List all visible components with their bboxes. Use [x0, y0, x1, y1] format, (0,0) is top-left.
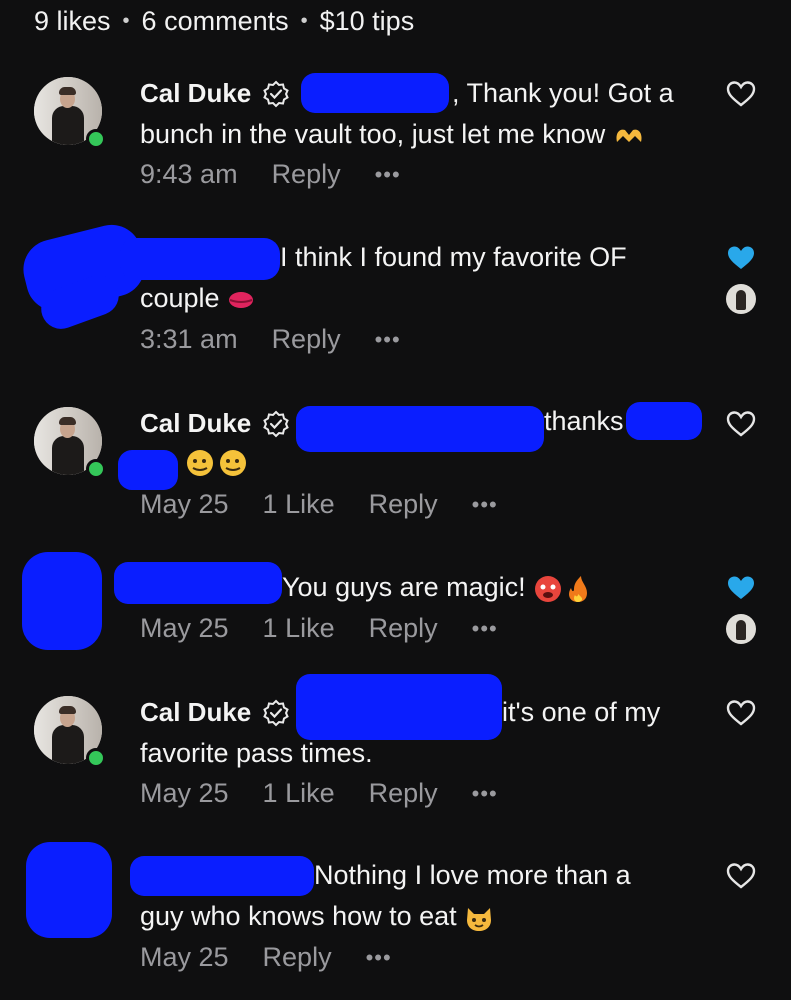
author-liked-avatar [726, 284, 756, 314]
comment-meta: May 25 1 Like Reply ••• [140, 489, 498, 520]
comments-screen: 9 likes • 6 comments • $10 tips Cal Duke… [0, 0, 791, 1000]
comment-author[interactable]: Cal Duke [140, 78, 251, 109]
comment-meta: 9:43 am Reply ••• [140, 159, 401, 190]
reply-button[interactable]: Reply [369, 613, 438, 644]
comment-time: May 25 [140, 778, 229, 808]
cat-face-emoji-icon [467, 907, 492, 931]
more-options-icon[interactable]: ••• [472, 492, 498, 518]
comment-time: May 25 [140, 613, 229, 643]
comment-text-line-2: favorite pass times. [140, 738, 373, 768]
comment-text-line-1: You guys are magic! [282, 572, 593, 604]
like-count[interactable]: 1 Like [263, 613, 335, 644]
more-options-icon[interactable]: ••• [472, 616, 498, 642]
reply-button[interactable]: Reply [272, 159, 341, 190]
reply-button[interactable]: Reply [369, 489, 438, 520]
comment-text: guy who knows how to eat [140, 901, 457, 931]
comment-text: couple [140, 283, 220, 313]
comment-text: bunch in the vault too, just let me know [140, 119, 606, 149]
heart-outline-icon[interactable] [726, 410, 756, 438]
separator-dot: • [122, 10, 130, 32]
comment-text-line-1: it's one of my [502, 697, 661, 727]
redacted-text [118, 450, 178, 490]
kiss-lips-emoji-icon [229, 291, 254, 308]
heart-hands-emoji-icon [616, 129, 642, 142]
comment-meta: May 25 1 Like Reply ••• [140, 613, 498, 644]
comment-time: 9:43 am [140, 159, 238, 189]
reply-button[interactable]: Reply [272, 324, 341, 355]
heart-filled-icon[interactable] [726, 574, 756, 602]
hot-face-and-fire-emoji-icon [535, 575, 588, 602]
comment-meta: 3:31 am Reply ••• [140, 324, 401, 355]
redacted-mention [296, 406, 544, 452]
comment-text-line-2: couple [140, 283, 255, 314]
more-options-icon[interactable]: ••• [472, 781, 498, 807]
online-status-indicator [86, 748, 106, 768]
comment-author[interactable]: Cal Duke [140, 697, 251, 728]
comment-meta: May 25 1 Like Reply ••• [140, 778, 498, 809]
redacted-mention [301, 73, 449, 113]
comment-text: You guys are magic! [282, 572, 526, 602]
more-options-icon[interactable]: ••• [375, 327, 401, 353]
redacted-mention [296, 674, 502, 740]
verified-badge-icon [263, 80, 289, 108]
like-count[interactable]: 1 Like [263, 778, 335, 809]
comment-text-line-1: I think I found my favorite OF [280, 242, 627, 272]
redacted-username [120, 238, 280, 280]
like-count[interactable]: 1 Like [263, 489, 335, 520]
comment-text-line-1: thanks [544, 406, 624, 436]
reply-button[interactable]: Reply [263, 942, 332, 973]
heart-outline-icon[interactable] [726, 699, 756, 727]
tips-count[interactable]: $10 tips [320, 6, 415, 37]
author-liked-avatar [726, 614, 756, 644]
comment-time: 3:31 am [140, 324, 238, 354]
reply-button[interactable]: Reply [369, 778, 438, 809]
likes-count[interactable]: 9 likes [34, 6, 111, 37]
comment-author[interactable]: Cal Duke [140, 408, 251, 439]
online-status-indicator [86, 459, 106, 479]
more-options-icon[interactable]: ••• [366, 945, 392, 971]
comment-time: May 25 [140, 489, 229, 519]
heart-outline-icon[interactable] [726, 80, 756, 108]
comment-time: May 25 [140, 942, 229, 972]
separator-dot: • [300, 10, 308, 32]
redacted-avatar [22, 552, 102, 650]
more-options-icon[interactable]: ••• [375, 162, 401, 188]
redacted-text [626, 402, 702, 440]
comments-count[interactable]: 6 comments [142, 6, 289, 37]
comment-text-line-1: , Thank you! Got a [452, 78, 674, 108]
verified-badge-icon [263, 410, 289, 438]
comment-text-line-2: bunch in the vault too, just let me know [140, 119, 645, 150]
verified-badge-icon [263, 699, 289, 727]
heart-outline-icon[interactable] [726, 862, 756, 890]
melting-face-emoji-icon [187, 450, 246, 476]
redacted-username [114, 562, 282, 604]
post-stats: 9 likes • 6 comments • $10 tips [34, 6, 414, 37]
comment-text-line-2: guy who knows how to eat [140, 901, 494, 932]
comment-text-line-1: Nothing I love more than a [314, 860, 631, 890]
redacted-avatar [26, 842, 112, 938]
comment-meta: May 25 Reply ••• [140, 942, 392, 973]
heart-filled-icon[interactable] [726, 244, 756, 272]
redacted-username [130, 856, 314, 896]
online-status-indicator [86, 129, 106, 149]
